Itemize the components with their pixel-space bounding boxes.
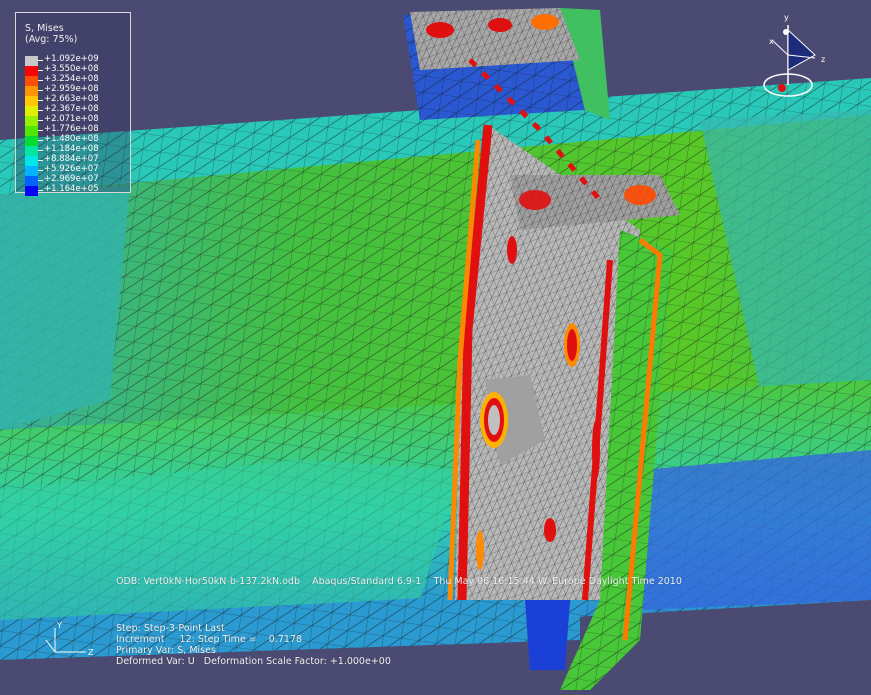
legend-tick <box>38 150 43 151</box>
legend-swatch <box>25 126 38 136</box>
legend-label: +2.969e+07 <box>44 174 99 184</box>
legend-label: +1.776e+08 <box>44 124 99 134</box>
triad-x-label: x <box>769 37 774 46</box>
triad-y-label: y <box>784 13 789 22</box>
step-info: Step: Step-3-Point Last <box>116 623 225 634</box>
legend-swatch <box>25 146 38 156</box>
legend-tick <box>38 170 43 171</box>
legend-tick <box>38 160 43 161</box>
legend-swatch <box>25 76 38 86</box>
triad-z-label: z <box>821 55 825 64</box>
legend-tick <box>38 110 43 111</box>
legend-title: S, Mises <box>25 23 64 34</box>
legend-swatch <box>25 86 38 96</box>
legend-tick <box>38 130 43 131</box>
legend-swatch <box>25 176 38 186</box>
legend-label: +1.480e+08 <box>44 134 99 144</box>
legend-label: +3.550e+08 <box>44 64 99 74</box>
legend-tick <box>38 60 43 61</box>
legend-label: +3.254e+08 <box>44 74 99 84</box>
legend-swatch <box>25 106 38 116</box>
legend-tick <box>38 90 43 91</box>
legend-label: +2.663e+08 <box>44 94 99 104</box>
legend-label: +2.367e+08 <box>44 104 99 114</box>
deformed-var-info: Deformed Var: U Deformation Scale Factor… <box>116 656 391 667</box>
legend-tick <box>38 70 43 71</box>
odb-info: ODB: Vert0kN-Hor50kN-b-137.2kN.odb Abaqu… <box>116 576 682 587</box>
legend-label: +2.959e+08 <box>44 84 99 94</box>
legend-tick <box>38 140 43 141</box>
legend-tick <box>38 180 43 181</box>
legend-swatch <box>25 136 38 146</box>
legend-swatch <box>25 116 38 126</box>
legend-swatch <box>25 156 38 166</box>
legend-tick <box>38 100 43 101</box>
legend-label: +1.092e+09 <box>44 54 99 64</box>
legend-swatch <box>25 96 38 106</box>
legend-swatch <box>25 186 38 196</box>
legend-label: +5.926e+07 <box>44 164 99 174</box>
legend-label: +1.184e+08 <box>44 144 99 154</box>
legend-swatch <box>25 166 38 176</box>
contour-legend: S, Mises (Avg: 75%) +1.092e+09 +3.550e+08… <box>15 12 131 196</box>
legend-swatch <box>25 56 38 66</box>
legend-averaging: (Avg: 75%) <box>25 34 78 45</box>
legend-tick <box>38 120 43 121</box>
legend-label: +1.164e+05 <box>44 184 99 194</box>
increment-info: Increment 12: Step Time = 0.7178 <box>116 634 303 645</box>
mini-triad-y-label: Y <box>56 621 62 630</box>
legend-swatch <box>25 66 38 76</box>
primary-var-info: Primary Var: S, Mises <box>116 645 216 656</box>
mini-triad-z-label: Z <box>88 648 94 657</box>
legend-tick <box>38 80 43 81</box>
legend-tick <box>38 190 43 191</box>
legend-label: +8.884e+07 <box>44 154 99 164</box>
legend-label: +2.071e+08 <box>44 114 99 124</box>
